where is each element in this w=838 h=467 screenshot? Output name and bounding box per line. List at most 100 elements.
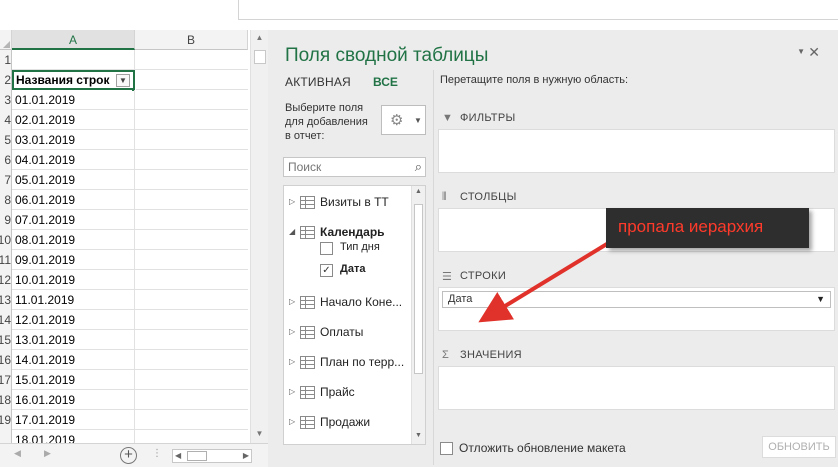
cell-a[interactable] xyxy=(12,50,135,70)
cell-b[interactable] xyxy=(135,130,248,150)
sheet-vertical-scrollbar[interactable]: ▲ ▼ xyxy=(250,30,268,443)
scroll-thumb[interactable] xyxy=(414,204,423,374)
row-header[interactable]: 1 xyxy=(0,50,12,70)
row-header[interactable]: 16 xyxy=(0,350,12,370)
expand-icon[interactable]: ▷ xyxy=(289,297,295,306)
field-search-box[interactable]: ⌕ xyxy=(283,157,426,177)
cell-b[interactable] xyxy=(135,290,248,310)
cell-a[interactable]: 09.01.2019 xyxy=(12,250,135,270)
scroll-right-icon[interactable]: ▶ xyxy=(243,450,249,462)
row-header[interactable]: 13 xyxy=(0,290,12,310)
checkbox-checked[interactable]: ✓ xyxy=(320,264,333,277)
cell-b[interactable] xyxy=(135,110,248,130)
search-input[interactable] xyxy=(284,158,402,176)
expand-icon[interactable]: ▷ xyxy=(289,387,295,396)
cell-a[interactable]: 16.01.2019 xyxy=(12,390,135,410)
cell-a[interactable]: 15.01.2019 xyxy=(12,370,135,390)
row-header[interactable]: 11 xyxy=(0,250,12,270)
column-header-b[interactable]: B xyxy=(135,30,248,50)
cell-b[interactable] xyxy=(135,70,248,90)
row-header[interactable]: 6 xyxy=(0,150,12,170)
worksheet-grid[interactable]: A B 1 2 Названия строк ▼ 3 01.01.2019 4 02.01.2… xyxy=(0,30,248,443)
row-header[interactable]: 8 xyxy=(0,190,12,210)
row-header[interactable]: 12 xyxy=(0,270,12,290)
cell-a[interactable]: 14.01.2019 xyxy=(12,350,135,370)
scroll-up-icon[interactable]: ▲ xyxy=(412,188,425,195)
cell-a[interactable]: 13.01.2019 xyxy=(12,330,135,350)
select-all-corner[interactable] xyxy=(0,30,12,50)
values-drop-area[interactable] xyxy=(438,366,835,410)
cell-a[interactable]: 08.01.2019 xyxy=(12,230,135,250)
scroll-down-icon[interactable]: ▼ xyxy=(412,432,425,439)
field-item-payments[interactable]: ▷ Оплаты xyxy=(284,324,412,342)
field-settings-button[interactable]: ⚙ ▼ xyxy=(381,105,426,135)
cell-a[interactable]: 01.01.2019 xyxy=(12,90,135,110)
cell-b[interactable] xyxy=(135,370,248,390)
row-header[interactable]: 19 xyxy=(0,410,12,430)
row-header[interactable]: 17 xyxy=(0,370,12,390)
expand-icon[interactable]: ▷ xyxy=(289,357,295,366)
row-header[interactable] xyxy=(0,430,12,443)
update-button[interactable]: ОБНОВИТЬ xyxy=(762,436,836,458)
expand-icon[interactable]: ▷ xyxy=(289,197,295,206)
filters-drop-area[interactable] xyxy=(438,129,835,173)
scroll-thumb[interactable] xyxy=(254,50,266,64)
expand-icon[interactable]: ▷ xyxy=(289,327,295,336)
close-icon[interactable]: ✕ xyxy=(808,44,820,61)
hscroll-thumb[interactable] xyxy=(187,451,207,461)
row-header[interactable]: 14 xyxy=(0,310,12,330)
cell-b[interactable] xyxy=(135,270,248,290)
cell-b[interactable] xyxy=(135,430,248,443)
cell-b[interactable] xyxy=(135,90,248,110)
cell-b[interactable] xyxy=(135,210,248,230)
chevron-down-icon[interactable]: ▼ xyxy=(816,292,825,307)
cell-b[interactable] xyxy=(135,390,248,410)
cell-a[interactable]: 12.01.2019 xyxy=(12,310,135,330)
cell-a[interactable]: 17.01.2019 xyxy=(12,410,135,430)
scroll-left-icon[interactable]: ◀ xyxy=(175,450,181,462)
field-item-day-type[interactable]: Тип дня xyxy=(284,240,412,258)
cell-a[interactable]: 18.01.2019 xyxy=(12,430,135,443)
cell-b[interactable] xyxy=(135,250,248,270)
collapse-icon[interactable]: ◢ xyxy=(289,227,295,236)
cell-a[interactable]: 10.01.2019 xyxy=(12,270,135,290)
sheet-horizontal-scrollbar[interactable]: ◀ ▶ xyxy=(172,449,252,463)
row-header[interactable]: 4 xyxy=(0,110,12,130)
add-sheet-button[interactable]: + xyxy=(120,447,137,464)
pane-divider[interactable] xyxy=(433,70,434,465)
column-header-a[interactable]: A xyxy=(12,30,135,50)
cell-b[interactable] xyxy=(135,350,248,370)
cell-b[interactable] xyxy=(135,170,248,190)
cell-b[interactable] xyxy=(135,310,248,330)
tab-all[interactable]: ВСЕ xyxy=(373,75,398,89)
tab-active[interactable]: АКТИВНАЯ xyxy=(285,75,351,89)
cell-b[interactable] xyxy=(135,190,248,210)
next-sheet-icon[interactable]: ▶ xyxy=(44,448,51,459)
cell-a[interactable]: 03.01.2019 xyxy=(12,130,135,150)
scroll-up-icon[interactable]: ▲ xyxy=(251,30,268,46)
field-list[interactable]: ▷ Визиты в ТТ ◢ Календарь Тип дня ✓ Дата… xyxy=(283,185,426,445)
field-item-price[interactable]: ▷ Прайс xyxy=(284,384,412,402)
pivot-row-labels-header[interactable]: Названия строк ▼ xyxy=(12,70,135,90)
row-header[interactable]: 5 xyxy=(0,130,12,150)
row-header[interactable]: 9 xyxy=(0,210,12,230)
expand-icon[interactable]: ▷ xyxy=(289,417,295,426)
field-item-visits[interactable]: ▷ Визиты в ТТ xyxy=(284,194,412,212)
field-item-territory-plan[interactable]: ▷ План по терр... xyxy=(284,354,412,372)
formula-input[interactable] xyxy=(238,0,838,20)
field-list-scrollbar[interactable]: ▲ ▼ xyxy=(411,186,425,444)
cell-b[interactable] xyxy=(135,410,248,430)
scroll-down-icon[interactable]: ▼ xyxy=(251,426,268,442)
search-icon[interactable]: ⌕ xyxy=(415,159,422,175)
cell-a[interactable]: 05.01.2019 xyxy=(12,170,135,190)
drag-handle-icon[interactable]: ⋮ xyxy=(152,448,162,459)
field-item-period[interactable]: ▷ Начало Коне... xyxy=(284,294,412,312)
cell-b[interactable] xyxy=(135,330,248,350)
row-header[interactable]: 3 xyxy=(0,90,12,110)
field-item-date[interactable]: ✓ Дата xyxy=(284,262,412,280)
cell-b[interactable] xyxy=(135,230,248,250)
field-item-sales[interactable]: ▷ Продажи xyxy=(284,414,412,432)
row-header[interactable]: 7 xyxy=(0,170,12,190)
cell-b[interactable] xyxy=(135,150,248,170)
checkbox-unchecked[interactable] xyxy=(320,242,333,255)
